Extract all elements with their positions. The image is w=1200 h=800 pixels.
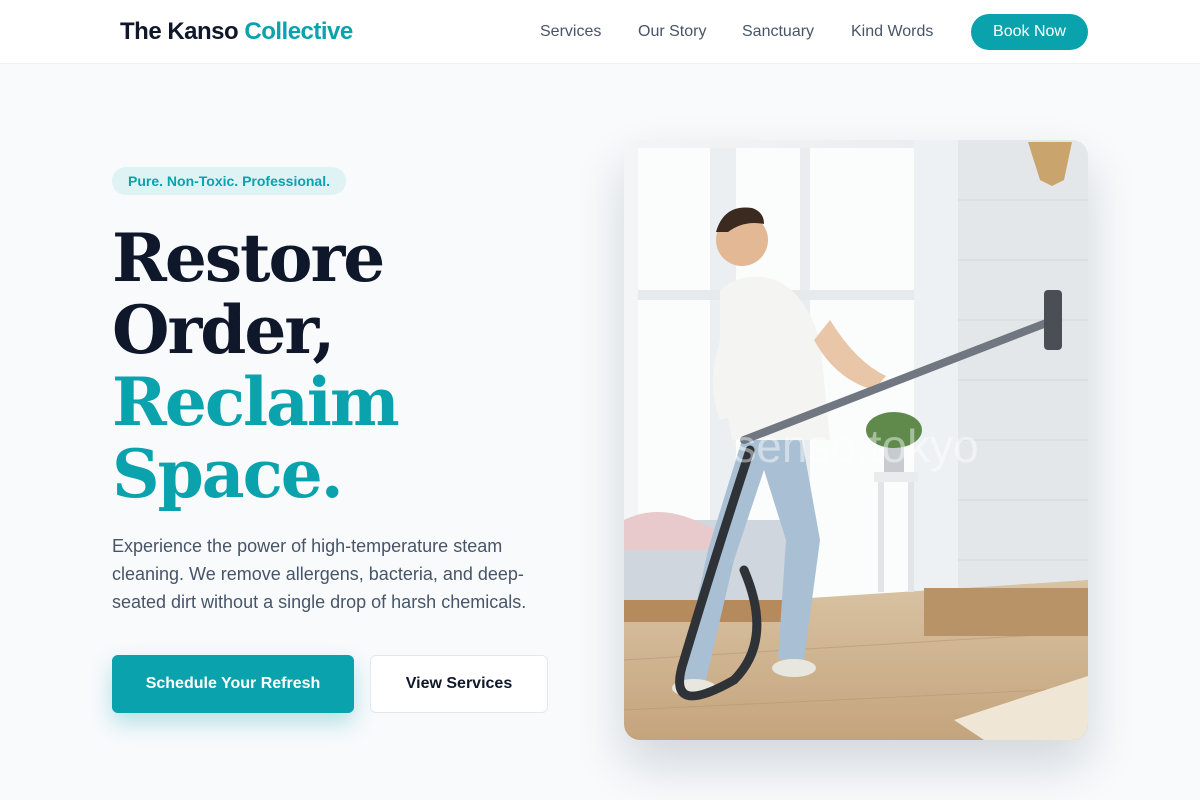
- headline-line-3: Reclaim: [112, 363, 400, 441]
- tagline-badge: Pure. Non-Toxic. Professional.: [112, 167, 347, 195]
- image-watermark: senso.tokyo: [733, 420, 978, 472]
- book-now-button[interactable]: Book Now: [971, 14, 1088, 50]
- nav-link-kind-words[interactable]: Kind Words: [851, 22, 933, 42]
- nav-link-sanctuary[interactable]: Sanctuary: [742, 22, 814, 42]
- top-navigation: The Kanso Collective Services Our Story …: [0, 0, 1200, 64]
- nav-link-our-story[interactable]: Our Story: [638, 22, 706, 42]
- headline-line-1: Restore: [112, 219, 385, 297]
- schedule-refresh-button[interactable]: Schedule Your Refresh: [112, 655, 354, 713]
- hero-headline: Restore Order, Reclaim Space.: [112, 219, 400, 513]
- headline-line-4: Space.: [112, 435, 344, 513]
- nav-link-services[interactable]: Services: [540, 22, 601, 42]
- headline-line-2: Order,: [112, 291, 335, 369]
- hero-photo: senso.tokyo: [624, 140, 1088, 740]
- hero-description: Experience the power of high-temperature…: [112, 536, 527, 612]
- view-services-button[interactable]: View Services: [370, 655, 548, 713]
